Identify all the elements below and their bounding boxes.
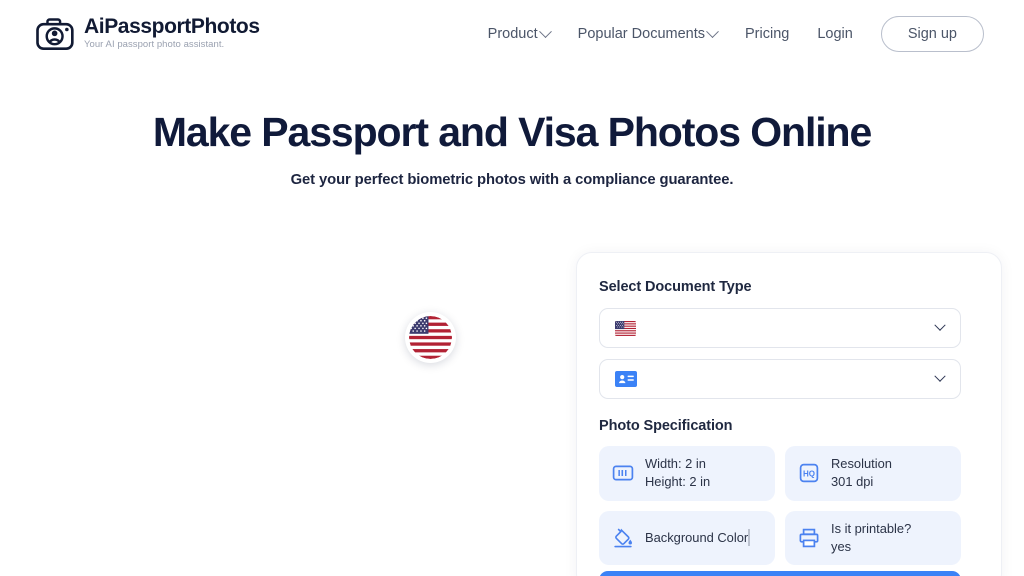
chevron-down-icon: [706, 24, 719, 38]
page-title: Make Passport and Visa Photos Online: [152, 109, 872, 155]
nav-item-login[interactable]: Login: [803, 18, 866, 50]
primary-cta-button[interactable]: [599, 571, 961, 576]
document-select-value: [615, 371, 936, 387]
spec-card-dimensions-text: Width: 2 in Height: 2 in: [645, 455, 710, 492]
chevron-down-icon: [538, 24, 552, 38]
hq-resolution-icon: HQ: [798, 462, 820, 484]
main-navigation: Product Popular Documents Pricing Login …: [474, 16, 984, 52]
spec-card-printable: Is it printable? yes: [785, 510, 961, 566]
photo-specification-title: Photo Specification: [599, 418, 733, 434]
photo-specification-grid: Width: 2 in Height: 2 in HQ Resolution 3…: [599, 446, 977, 566]
background-color-swatch[interactable]: [748, 528, 751, 546]
page-root: AiPassportPhotos Your AI passport photo …: [0, 0, 1024, 576]
brand-tagline: Your AI passport photo assistant.: [84, 39, 225, 51]
spec-card-printable-text: Is it printable? yes: [831, 520, 911, 557]
id-card-icon: [615, 371, 637, 387]
brand-text: AiPassportPhotos Your AI passport photo …: [84, 16, 260, 51]
us-flag-circle-icon: [405, 312, 456, 363]
nav-item-pricing[interactable]: Pricing: [731, 18, 803, 50]
spec-card-resolution: HQ Resolution 301 dpi: [785, 446, 961, 501]
sign-up-button[interactable]: Sign up: [880, 16, 984, 52]
country-select[interactable]: [599, 308, 961, 348]
us-flag-icon: [615, 320, 636, 336]
document-type-card: Select Document Type Photo Specification…: [576, 252, 1002, 576]
spec-resolution-value: 301 dpi: [831, 474, 874, 490]
nav-item-popular-documents-label: Popular Documents: [577, 26, 705, 42]
site-header: AiPassportPhotos Your AI passport photo …: [0, 0, 1024, 68]
spec-printable-label: Is it printable?: [831, 520, 912, 536]
spec-card-dimensions: Width: 2 in Height: 2 in: [599, 446, 775, 501]
nav-item-product-label: Product: [487, 26, 538, 42]
spec-resolution-label: Resolution: [831, 456, 892, 471]
dimensions-icon: [612, 462, 634, 484]
hero-section: Make Passport and Visa Photos Online Get…: [0, 108, 1024, 188]
spec-printable-value: yes: [831, 538, 852, 554]
brand-logo[interactable]: AiPassportPhotos Your AI passport photo …: [36, 16, 260, 51]
spec-card-background-color-text: Background Color: [645, 528, 751, 547]
document-type-select[interactable]: [599, 359, 961, 399]
spec-background-color-label: Background Color: [645, 529, 749, 545]
nav-item-pricing-label: Pricing: [745, 26, 790, 42]
page-subtitle: Get your perfect biometric photos with a…: [290, 172, 734, 189]
spec-card-background-color: Background Color: [599, 510, 775, 566]
nav-item-product[interactable]: Product: [474, 18, 564, 50]
printer-icon: [798, 527, 820, 549]
svg-text:HQ: HQ: [803, 470, 815, 479]
camera-portrait-logo-icon: [36, 18, 74, 50]
country-select-value: [615, 320, 936, 336]
chevron-down-icon: [934, 370, 946, 382]
spec-card-resolution-text: Resolution 301 dpi: [831, 455, 892, 492]
spec-height-value: Height: 2 in: [645, 474, 711, 490]
brand-name: AiPassportPhotos: [84, 15, 260, 39]
paint-bucket-icon: [612, 527, 634, 549]
select-document-type-label: Select Document Type: [599, 279, 752, 295]
chevron-down-icon: [934, 319, 946, 331]
nav-item-popular-documents[interactable]: Popular Documents: [564, 18, 731, 50]
nav-item-login-label: Login: [817, 26, 853, 42]
spec-width-value: Width: 2 in: [645, 456, 706, 471]
